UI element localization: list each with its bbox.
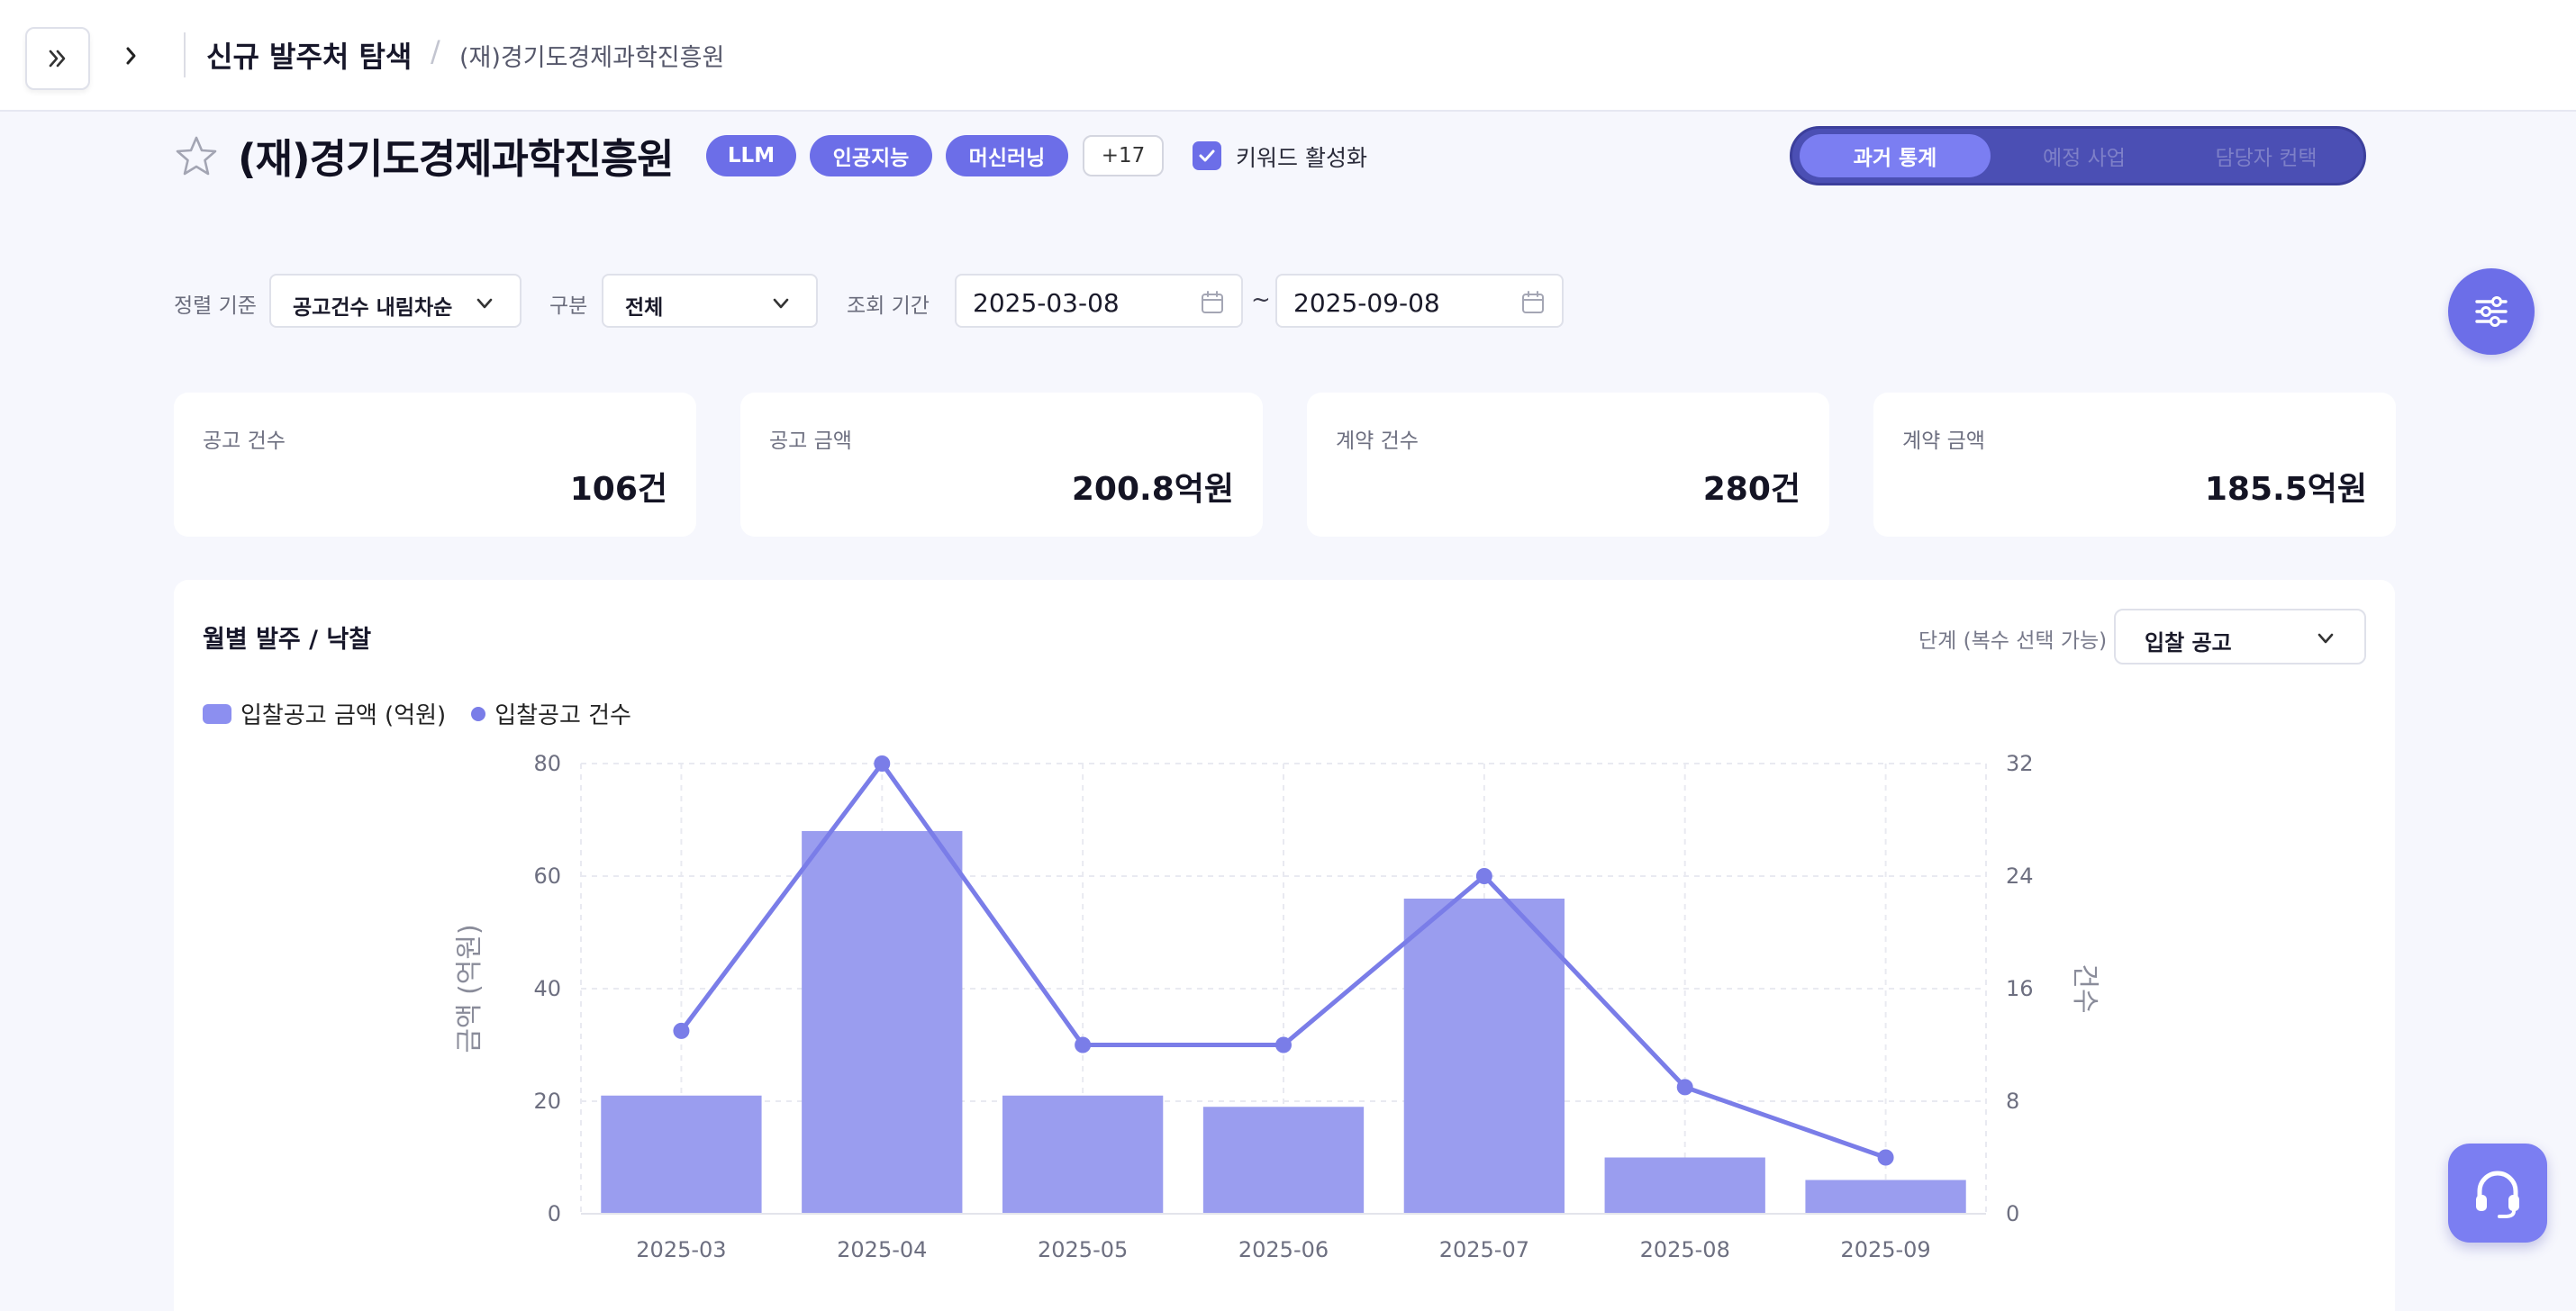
monthly-combo-chart: 0 20 40 60 80 0 8 16 24 32 2025-03 2025-04 2025-05 20… — [454, 751, 2100, 1262]
stat-label: 계약 건수 — [1336, 429, 1419, 453]
breadcrumb-separator: / — [431, 34, 440, 68]
expand-sidebar-button[interactable] — [25, 27, 90, 90]
sliders-icon — [2475, 296, 2508, 327]
tab-contact[interactable]: 담당자 컨택 — [2178, 134, 2354, 177]
type-select[interactable]: 전체 — [602, 274, 818, 328]
chart-bar — [1002, 1095, 1164, 1214]
chart-bar — [1805, 1180, 1966, 1214]
stat-label: 계약 금액 — [1902, 429, 1985, 453]
period-label: 조회 기간 — [847, 294, 930, 318]
chart-point — [1676, 1079, 1693, 1096]
view-tabs: 과거 통계 예정 사업 담당자 컨택 — [1790, 126, 2366, 185]
keyword-chip-ai[interactable]: 인공지능 — [810, 135, 932, 176]
y2-tick-label: 32 — [2006, 751, 2034, 776]
chart-point — [1075, 1036, 1092, 1053]
filter-settings-button[interactable] — [2448, 268, 2535, 355]
stat-value: 106건 — [569, 471, 667, 508]
calendar-icon[interactable] — [1520, 290, 1546, 315]
x-tick-label: 2025-05 — [1038, 1237, 1128, 1262]
type-label: 구분 — [549, 294, 588, 318]
stat-card-contract-count: 계약 건수 280건 — [1307, 393, 1829, 537]
type-value: 전체 — [625, 296, 664, 320]
keyword-toggle-checkbox[interactable] — [1193, 141, 1221, 170]
y2-tick-label: 0 — [2006, 1201, 2019, 1226]
chart-bar — [1403, 899, 1565, 1214]
chart-point — [874, 755, 891, 772]
x-tick-label: 2025-07 — [1439, 1237, 1529, 1262]
forward-button[interactable] — [113, 36, 150, 76]
x-tick-label: 2025-03 — [636, 1237, 726, 1262]
chevron-down-icon — [773, 298, 789, 309]
y2-axis-title: 건수 — [2069, 963, 2100, 1013]
x-tick-label: 2025-04 — [837, 1237, 927, 1262]
chart-bar — [601, 1095, 762, 1214]
support-chat-button[interactable] — [2448, 1144, 2547, 1243]
breadcrumb-main[interactable]: 신규 발주처 탐색 — [206, 34, 412, 76]
org-title: (재)경기도경제과학진흥원 — [238, 135, 675, 183]
x-tick-label: 2025-06 — [1238, 1237, 1329, 1262]
date-to-input[interactable]: 2025-09-08 — [1275, 274, 1564, 328]
stat-value: 280건 — [1702, 471, 1800, 508]
stat-card-contract-amount: 계약 금액 185.5억원 — [1873, 393, 2396, 537]
y2-tick-label: 8 — [2006, 1089, 2019, 1114]
chart-point — [673, 1022, 690, 1039]
tab-upcoming-projects[interactable]: 예정 사업 — [1996, 134, 2172, 177]
calendar-icon[interactable] — [1200, 290, 1225, 315]
x-tick-label: 2025-09 — [1840, 1237, 1930, 1262]
y2-tick-label: 24 — [2006, 863, 2034, 889]
star-icon[interactable] — [173, 133, 220, 180]
y-tick-label: 80 — [533, 751, 561, 776]
keyword-toggle-label[interactable]: 키워드 활성화 — [1236, 140, 1367, 173]
stat-card-notice-amount: 공고 금액 200.8억원 — [740, 393, 1263, 537]
stat-value: 185.5억원 — [2204, 471, 2367, 508]
chevron-down-icon — [476, 298, 493, 309]
chart-bar — [1202, 1107, 1365, 1214]
y-tick-label: 20 — [533, 1089, 561, 1114]
tab-past-stats[interactable]: 과거 통계 — [1800, 134, 1991, 177]
stat-card-notice-count: 공고 건수 106건 — [174, 393, 696, 537]
sort-value: 공고건수 내림차순 — [293, 296, 453, 320]
y2-tick-label: 16 — [2006, 976, 2034, 1001]
headset-icon — [2476, 1171, 2519, 1218]
sort-label: 정렬 기준 — [174, 294, 257, 318]
date-range-tilde: ~ — [1251, 286, 1271, 313]
stat-label: 공고 금액 — [769, 429, 852, 453]
stat-value: 200.8억원 — [1071, 471, 1234, 508]
chart-point — [1275, 1036, 1292, 1053]
top-bar: 신규 발주처 탐색 / (재)경기도경제과학진흥원 — [0, 0, 2576, 112]
keyword-chip-ml[interactable]: 머신러닝 — [946, 135, 1068, 176]
double-chevron-right-icon — [49, 50, 66, 68]
keyword-chip-llm[interactable]: LLM — [706, 135, 796, 176]
y-tick-label: 0 — [548, 1201, 561, 1226]
y-axis-title: 금액 (억원) — [454, 924, 485, 1053]
y-tick-label: 40 — [533, 976, 561, 1001]
date-to-value: 2025-09-08 — [1293, 288, 1440, 318]
more-keywords-chip[interactable]: +17 — [1083, 135, 1164, 176]
breadcrumb-current: (재)경기도경제과학진흥원 — [459, 44, 725, 72]
monthly-chart-panel: 월별 발주 / 낙찰 단계 (복수 선택 가능) 입찰 공고 입찰공고 금액 (… — [174, 580, 2395, 1311]
header-divider — [184, 32, 186, 77]
check-icon — [1199, 149, 1215, 162]
chart-bar — [802, 831, 963, 1214]
chart-bar — [1604, 1157, 1765, 1214]
date-from-value: 2025-03-08 — [973, 288, 1120, 318]
sort-select[interactable]: 공고건수 내림차순 — [269, 274, 522, 328]
x-tick-label: 2025-08 — [1640, 1237, 1730, 1262]
y-tick-label: 60 — [533, 863, 561, 889]
stat-label: 공고 건수 — [203, 429, 286, 453]
chart-point — [1475, 868, 1492, 884]
date-from-input[interactable]: 2025-03-08 — [955, 274, 1243, 328]
chart-point — [1877, 1149, 1894, 1166]
chevron-right-icon — [126, 47, 136, 65]
